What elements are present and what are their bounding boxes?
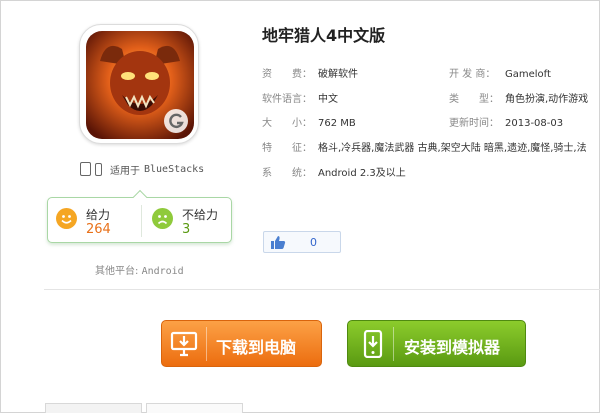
monitor-download-icon [170, 331, 198, 357]
info-label: 更新时间： [449, 118, 499, 129]
info-label: 开 发 商： [449, 69, 496, 80]
info-features: 特 征： 格斗,冷兵器,魔法武器 古典,架空大陆 暗黑,遗迹,魔怪,骑士,法 [262, 139, 600, 154]
like-button[interactable]: 0 [263, 231, 341, 253]
thumbs-up-icon [271, 236, 286, 249]
info-size: 大 小： 762 MB [262, 114, 356, 129]
phone-icon [95, 162, 102, 176]
rating-panel: 给力 264 不给力 3 [47, 189, 232, 243]
info-value: 762 MB [318, 118, 356, 129]
info-value: 格斗,冷兵器,魔法武器 古典,架空大陆 暗黑,遗迹,魔怪,骑士,法 [318, 143, 587, 154]
tablet-icon [80, 162, 91, 176]
info-value: 破解软件 [318, 69, 358, 80]
info-value: 角色扮演,动作游戏 [505, 94, 589, 105]
compatibility-note: 适用于 BlueStacks [80, 160, 204, 178]
button-divider [393, 327, 394, 361]
info-system: 系 统： Android 2.3及以上 [262, 164, 406, 179]
compat-platform: BlueStacks [144, 163, 205, 175]
tab-2[interactable] [146, 403, 243, 413]
demon-artwork-icon [86, 31, 194, 139]
like-count: 0 [310, 236, 317, 249]
happy-face-icon[interactable] [56, 208, 77, 229]
button-divider [206, 327, 207, 361]
info-value: Gameloft [505, 69, 551, 80]
other-platform-label: 其他平台: [95, 266, 139, 277]
phone-install-icon [363, 330, 383, 358]
info-developer: 开 发 商： Gameloft [449, 65, 551, 80]
good-rating-count: 264 [86, 222, 111, 237]
good-rating-label[interactable]: 给力 [86, 206, 110, 223]
info-category: 类 型： 角色扮演,动作游戏 [449, 90, 588, 105]
tab-1[interactable] [45, 403, 142, 413]
download-button-label: 下载到电脑 [216, 338, 297, 357]
info-label: 类 型： [449, 94, 499, 105]
info-label: 大 小： [262, 118, 312, 129]
info-value: 2013-08-03 [505, 118, 564, 129]
info-label: 特 征： [262, 143, 312, 154]
bad-rating-count: 3 [182, 222, 191, 237]
info-value: 中文 [318, 94, 338, 105]
compat-label: 适用于 [110, 165, 140, 177]
info-label: 系 统： [262, 168, 312, 179]
rating-divider [141, 205, 142, 237]
info-label: 软件语言： [262, 94, 312, 105]
bad-rating-label[interactable]: 不给力 [182, 206, 218, 223]
info-language: 软件语言： 中文 [262, 90, 338, 105]
sad-face-icon[interactable] [152, 208, 173, 229]
other-platform-link[interactable]: Android [142, 266, 184, 277]
info-updated: 更新时间： 2013-08-03 [449, 114, 563, 129]
other-platforms: 其他平台: Android [95, 262, 184, 277]
section-divider [44, 289, 600, 290]
download-to-pc-button[interactable]: 下载到电脑 [161, 320, 322, 367]
gameloft-g-logo [164, 109, 188, 133]
app-title: 地牢猎人4中文版 [262, 26, 386, 45]
install-to-emulator-button[interactable]: 安装到模拟器 [347, 320, 526, 367]
info-value: Android 2.3及以上 [318, 168, 406, 179]
info-label: 资 费： [262, 69, 312, 80]
install-button-label: 安装到模拟器 [404, 338, 501, 357]
info-price: 资 费： 破解软件 [262, 65, 358, 80]
app-icon[interactable] [79, 24, 199, 144]
